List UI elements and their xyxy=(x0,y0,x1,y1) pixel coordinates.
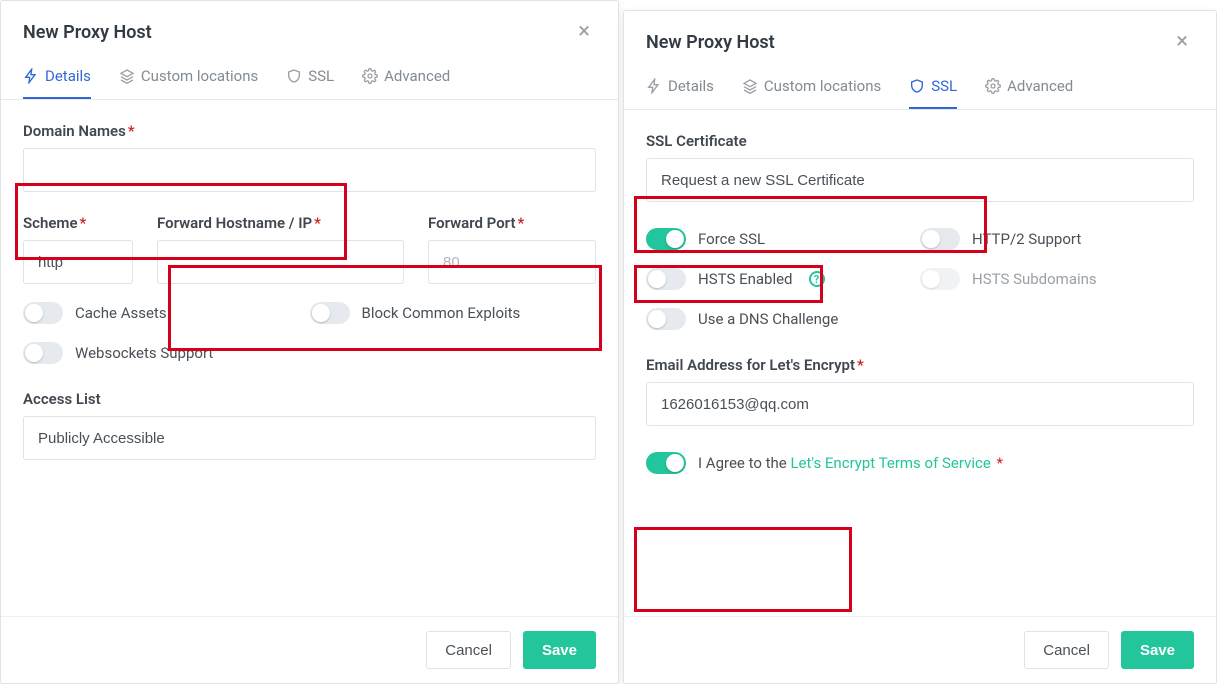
access-list-label: Access List xyxy=(23,390,596,408)
help-icon[interactable]: ? xyxy=(809,271,825,287)
http2-row: HTTP/2 Support xyxy=(920,228,1194,250)
tab-custom-locations[interactable]: Custom locations xyxy=(742,77,881,109)
tab-advanced[interactable]: Advanced xyxy=(985,77,1073,109)
forward-host-input[interactable] xyxy=(157,240,404,284)
cache-assets-row: Cache Assets xyxy=(23,302,310,324)
agree-toggle[interactable] xyxy=(646,452,686,474)
websockets-row: Websockets Support xyxy=(23,342,310,364)
agree-label: I Agree to the Let's Encrypt Terms of Se… xyxy=(698,454,1003,472)
force-ssl-label: Force SSL xyxy=(698,230,765,248)
tab-advanced[interactable]: Advanced xyxy=(362,67,450,99)
cancel-button[interactable]: Cancel xyxy=(1024,631,1109,669)
close-icon[interactable]: × xyxy=(1170,29,1194,55)
force-ssl-row: Force SSL xyxy=(646,228,920,250)
hsts-sub-toggle xyxy=(920,268,960,290)
hsts-toggle[interactable] xyxy=(646,268,686,290)
layers-icon xyxy=(119,68,135,84)
tab-ssl[interactable]: SSL xyxy=(286,67,334,99)
cache-assets-label: Cache Assets xyxy=(75,304,167,322)
agree-row: I Agree to the Let's Encrypt Terms of Se… xyxy=(646,452,1194,474)
modal-header: New Proxy Host × xyxy=(624,11,1216,69)
tabs: Details Custom locations SSL Advanced xyxy=(624,69,1216,110)
shield-icon xyxy=(286,68,302,84)
access-list-select[interactable] xyxy=(23,416,596,460)
scheme-label: Scheme* xyxy=(23,214,133,232)
modal-details: New Proxy Host × Details Custom location… xyxy=(0,0,619,684)
tab-details[interactable]: Details xyxy=(23,67,91,99)
bolt-icon xyxy=(23,68,39,84)
forward-host-label: Forward Hostname / IP* xyxy=(157,214,404,232)
force-ssl-toggle[interactable] xyxy=(646,228,686,250)
shield-icon xyxy=(909,78,925,94)
bolt-icon xyxy=(646,78,662,94)
email-input[interactable] xyxy=(646,382,1194,426)
domain-names-input[interactable] xyxy=(23,148,596,192)
gear-icon xyxy=(985,78,1001,94)
forward-port-label: Forward Port* xyxy=(428,214,596,232)
cache-assets-toggle[interactable] xyxy=(23,302,63,324)
dns-row: Use a DNS Challenge xyxy=(646,308,920,330)
close-icon[interactable]: × xyxy=(572,19,596,45)
dns-toggle[interactable] xyxy=(646,308,686,330)
block-exploits-toggle[interactable] xyxy=(310,302,350,324)
scheme-select[interactable] xyxy=(23,240,133,284)
modal-footer: Cancel Save xyxy=(1,616,618,683)
block-exploits-row: Block Common Exploits xyxy=(310,302,597,324)
hsts-label: HSTS Enabled xyxy=(698,270,793,288)
tab-details[interactable]: Details xyxy=(646,77,714,109)
hsts-sub-row: HSTS Subdomains xyxy=(920,268,1194,290)
modal-ssl: New Proxy Host × Details Custom location… xyxy=(623,10,1217,684)
cancel-button[interactable]: Cancel xyxy=(426,631,511,669)
http2-label: HTTP/2 Support xyxy=(972,230,1081,248)
hsts-sub-label: HSTS Subdomains xyxy=(972,270,1097,288)
tab-ssl[interactable]: SSL xyxy=(909,77,957,109)
tos-link[interactable]: Let's Encrypt Terms of Service xyxy=(790,454,990,472)
domain-names-label: Domain Names* xyxy=(23,122,596,140)
tab-custom-locations[interactable]: Custom locations xyxy=(119,67,258,99)
modal-title: New Proxy Host xyxy=(646,32,775,53)
save-button[interactable]: Save xyxy=(1121,631,1194,669)
layers-icon xyxy=(742,78,758,94)
websockets-label: Websockets Support xyxy=(75,344,213,362)
forward-port-input[interactable] xyxy=(428,240,596,284)
gear-icon xyxy=(362,68,378,84)
tabs: Details Custom locations SSL Advanced xyxy=(1,59,618,100)
ssl-cert-label: SSL Certificate xyxy=(646,132,1194,150)
hsts-row: HSTS Enabled ? xyxy=(646,268,920,290)
http2-toggle[interactable] xyxy=(920,228,960,250)
email-label: Email Address for Let's Encrypt* xyxy=(646,356,1194,374)
block-exploits-label: Block Common Exploits xyxy=(362,304,521,322)
modal-title: New Proxy Host xyxy=(23,22,152,43)
modal-header: New Proxy Host × xyxy=(1,1,618,59)
save-button[interactable]: Save xyxy=(523,631,596,669)
ssl-cert-select[interactable] xyxy=(646,158,1194,202)
modal-footer: Cancel Save xyxy=(624,616,1216,683)
dns-label: Use a DNS Challenge xyxy=(698,310,838,328)
websockets-toggle[interactable] xyxy=(23,342,63,364)
